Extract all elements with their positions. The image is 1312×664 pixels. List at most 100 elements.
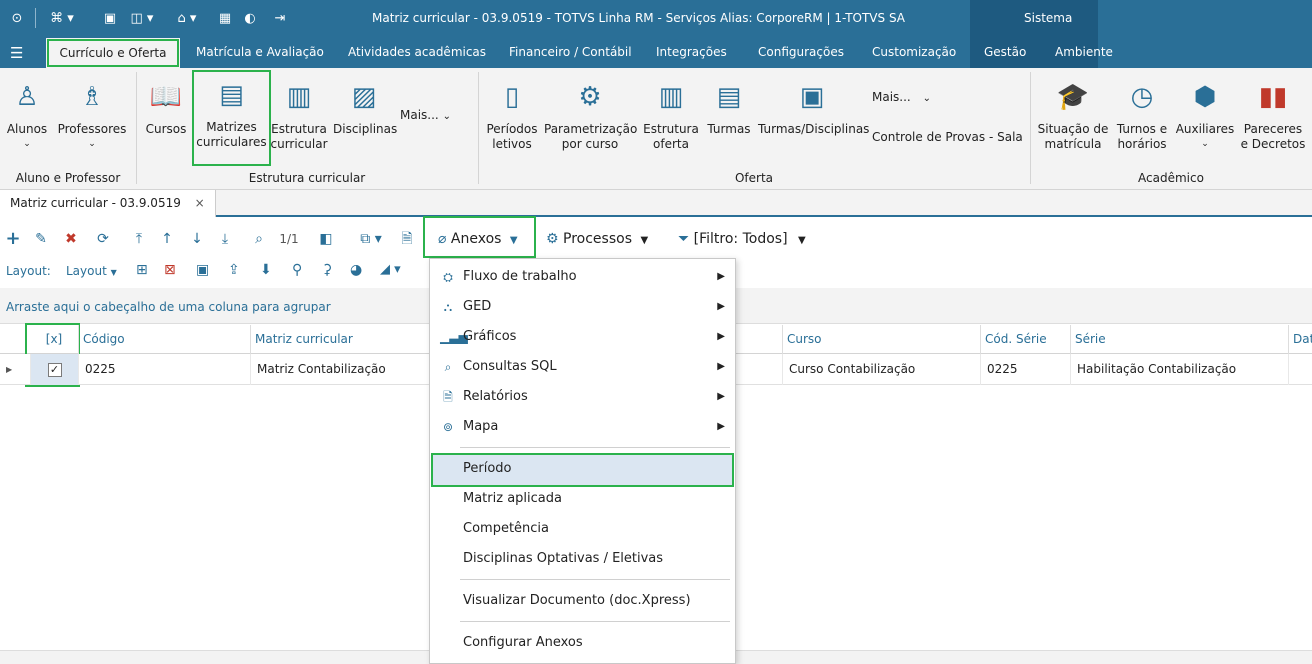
last-record-icon[interactable]: ⤓ (216, 229, 234, 249)
tab-matricula-avaliacao[interactable]: Matrícula e Avaliação (188, 37, 332, 68)
app-menu-icon[interactable]: ☰ (10, 44, 26, 62)
chevron-right-icon: ▶ (717, 331, 725, 342)
estrutura-oferta-button[interactable]: ▥ Estrutura oferta (642, 74, 700, 152)
add-icon[interactable]: + (4, 229, 22, 249)
window-title: Matriz curricular - 03.9.0519 - TOTVS Li… (372, 11, 905, 25)
system-label[interactable]: Sistema (1024, 11, 1072, 25)
disciplinas-button[interactable]: ▨ Disciplinas (333, 74, 397, 137)
group-label-estrutura-curricular: Estrutura curricular (248, 171, 366, 185)
column-serie[interactable]: Série (1070, 325, 1288, 354)
teacher-icon: ♗ (80, 82, 104, 112)
menu-item-mapa[interactable]: ⊚ Mapa ▶ (430, 412, 735, 442)
edit-icon[interactable]: ✎ (32, 229, 50, 249)
chart-dropdown-icon[interactable]: ◢ ▾ (380, 262, 401, 277)
next-record-icon[interactable]: ↓ (188, 229, 206, 249)
matrizes-curriculares-button[interactable]: ▤ Matrizes curriculares (192, 70, 271, 166)
upload-layout-icon[interactable]: ⇪ (228, 262, 240, 278)
color-icon[interactable]: ◕ (350, 262, 362, 278)
filter-button[interactable]: ⏷ [Filtro: Todos] ▼ (678, 229, 828, 249)
tab-financeiro-contabil[interactable]: Financeiro / Contábil (501, 37, 640, 68)
layout-dropdown[interactable]: Layout ▼ (66, 264, 117, 278)
group-label-aluno-professor: Aluno e Professor (15, 171, 121, 185)
window-icon[interactable]: ▣ (100, 9, 120, 27)
menu-item-relatorios[interactable]: 🗎 Relatórios ▶ (430, 382, 735, 412)
pin-down-icon[interactable]: ⚳ (322, 262, 332, 278)
tab-ambiente[interactable]: Ambiente (1047, 37, 1121, 68)
save-layout-icon[interactable]: ▣ (196, 262, 209, 278)
oferta-mais-button[interactable]: Mais... ⌄ (872, 90, 952, 106)
column-data[interactable]: Dat (1288, 325, 1312, 354)
menu-item-ged[interactable]: ⛬ GED ▶ (430, 292, 735, 322)
menu-item-periodo[interactable]: Período (431, 453, 734, 487)
check-icon: ✓ (47, 362, 62, 377)
home-icon[interactable]: ⌂ ▾ (170, 9, 204, 27)
tab-atividades-academicas[interactable]: Atividades acadêmicas (340, 37, 494, 68)
add-layout-icon[interactable]: ⊞ (136, 262, 148, 278)
app-logo-icon[interactable]: ⊙ (8, 9, 26, 27)
cell-serie: Habilitação Contabilização (1070, 354, 1288, 385)
cell-matriz: Matriz Contabilização (250, 354, 430, 385)
periodos-letivos-button[interactable]: ▯ Períodos letivos (484, 74, 540, 152)
estrutura-curricular-button[interactable]: ▥ Estrutura curricular (270, 74, 328, 152)
pareceres-decretos-button[interactable]: ▮▮ Pareceres e Decretos (1240, 74, 1306, 152)
tab-customizacao[interactable]: Customização (864, 37, 964, 68)
menu-item-fluxo-trabalho[interactable]: ⛭ Fluxo de trabalho ▶ (430, 262, 735, 292)
processos-button[interactable]: ⚙ Processos ▼ (546, 229, 664, 249)
menu-item-consultas-sql[interactable]: ⌕ Consultas SQL ▶ (430, 352, 735, 382)
professores-button[interactable]: ♗ Professores ⌄ (54, 74, 130, 152)
view-icon[interactable]: ◧ (316, 229, 336, 249)
turmas-button[interactable]: ▤ Turmas (704, 74, 754, 137)
chart-icon: ▁▃▅ (440, 330, 468, 344)
exit-icon[interactable]: ⇥ (270, 9, 290, 27)
turnos-horarios-button[interactable]: ◷ Turnos e horários (1114, 74, 1170, 152)
tab-integracoes[interactable]: Integrações (648, 37, 735, 68)
menu-item-disciplinas-optativas[interactable]: Disciplinas Optativas / Eletivas (430, 544, 735, 574)
offer-structure-icon: ▥ (658, 82, 684, 112)
menu-item-graficos[interactable]: ▁▃▅ Gráficos ▶ (430, 322, 735, 352)
export-icon[interactable]: ⧉ ▾ (354, 229, 388, 249)
group-hint: Arraste aqui o cabeçalho de uma coluna p… (6, 300, 331, 314)
column-cod-serie[interactable]: Cód. Série (980, 325, 1070, 354)
search-icon[interactable]: ⌕ (250, 229, 268, 249)
layout-icon[interactable]: ◫ ▾ (127, 9, 157, 27)
menu-item-visualizar-documento[interactable]: Visualizar Documento (doc.Xpress) (430, 586, 735, 616)
estrutura-mais-button[interactable]: Mais... ⌄ (400, 108, 470, 124)
turmas-disciplinas-button[interactable]: ▣ Turmas/Disciplinas (758, 74, 869, 137)
column-codigo[interactable]: Código (78, 325, 250, 354)
controle-provas-sala-button[interactable]: Controle de Provas - Sala (872, 130, 1024, 145)
globe-icon[interactable]: ◐ (240, 9, 260, 27)
refresh-icon[interactable]: ⟳ (94, 229, 112, 249)
chevron-down-icon: ⌄ (1201, 139, 1209, 149)
auxiliares-button[interactable]: ⬢ Auxiliares ⌄ (1174, 74, 1236, 152)
previous-record-icon[interactable]: ↑ (158, 229, 176, 249)
calculator-icon[interactable]: ▦ (215, 9, 235, 27)
pin-icon[interactable]: ⚲ (292, 262, 302, 278)
delete-layout-icon[interactable]: ⊠ (164, 262, 176, 278)
tab-gestao[interactable]: Gestão (976, 37, 1034, 68)
paperclip-icon: ⌀ (438, 231, 447, 247)
column-matriz-curricular[interactable]: Matriz curricular (250, 325, 430, 354)
layout-label: Layout: (6, 264, 51, 278)
alunos-button[interactable]: ♙ Alunos ⌄ (4, 74, 50, 152)
download-layout-icon[interactable]: ⬇ (260, 262, 272, 278)
row-checkbox[interactable]: ✓ (30, 354, 78, 385)
menu-item-competencia[interactable]: Competência (430, 514, 735, 544)
menu-item-matriz-aplicada[interactable]: Matriz aplicada (430, 484, 735, 514)
situacao-matricula-button[interactable]: 🎓 Situação de matrícula (1036, 74, 1110, 152)
menu-item-configurar-anexos[interactable]: Configurar Anexos (430, 628, 735, 658)
structure-icon: ▥ (286, 82, 312, 112)
parametrizacao-curso-button[interactable]: ⚙ Parametrização por curso (544, 74, 637, 152)
anexos-button[interactable]: ⌀ Anexos ▼ (438, 229, 530, 249)
cursos-button[interactable]: 📖 Cursos (142, 74, 190, 137)
chevron-right-icon: ▶ (717, 391, 725, 402)
delete-icon[interactable]: ✖ (62, 229, 80, 249)
column-curso[interactable]: Curso (782, 325, 980, 354)
first-record-icon[interactable]: ⤒ (130, 229, 148, 249)
column-select-all[interactable]: [x] (30, 325, 78, 354)
tab-configuracoes[interactable]: Configurações (750, 37, 852, 68)
document-icon[interactable]: 🗎 (398, 229, 416, 249)
network-icon[interactable]: ⌘ ▾ (47, 9, 77, 27)
close-icon[interactable]: × (195, 196, 205, 210)
tab-curriculo-oferta[interactable]: Currículo e Oferta (46, 38, 180, 68)
document-tab[interactable]: Matriz curricular - 03.9.0519 × (0, 190, 216, 217)
